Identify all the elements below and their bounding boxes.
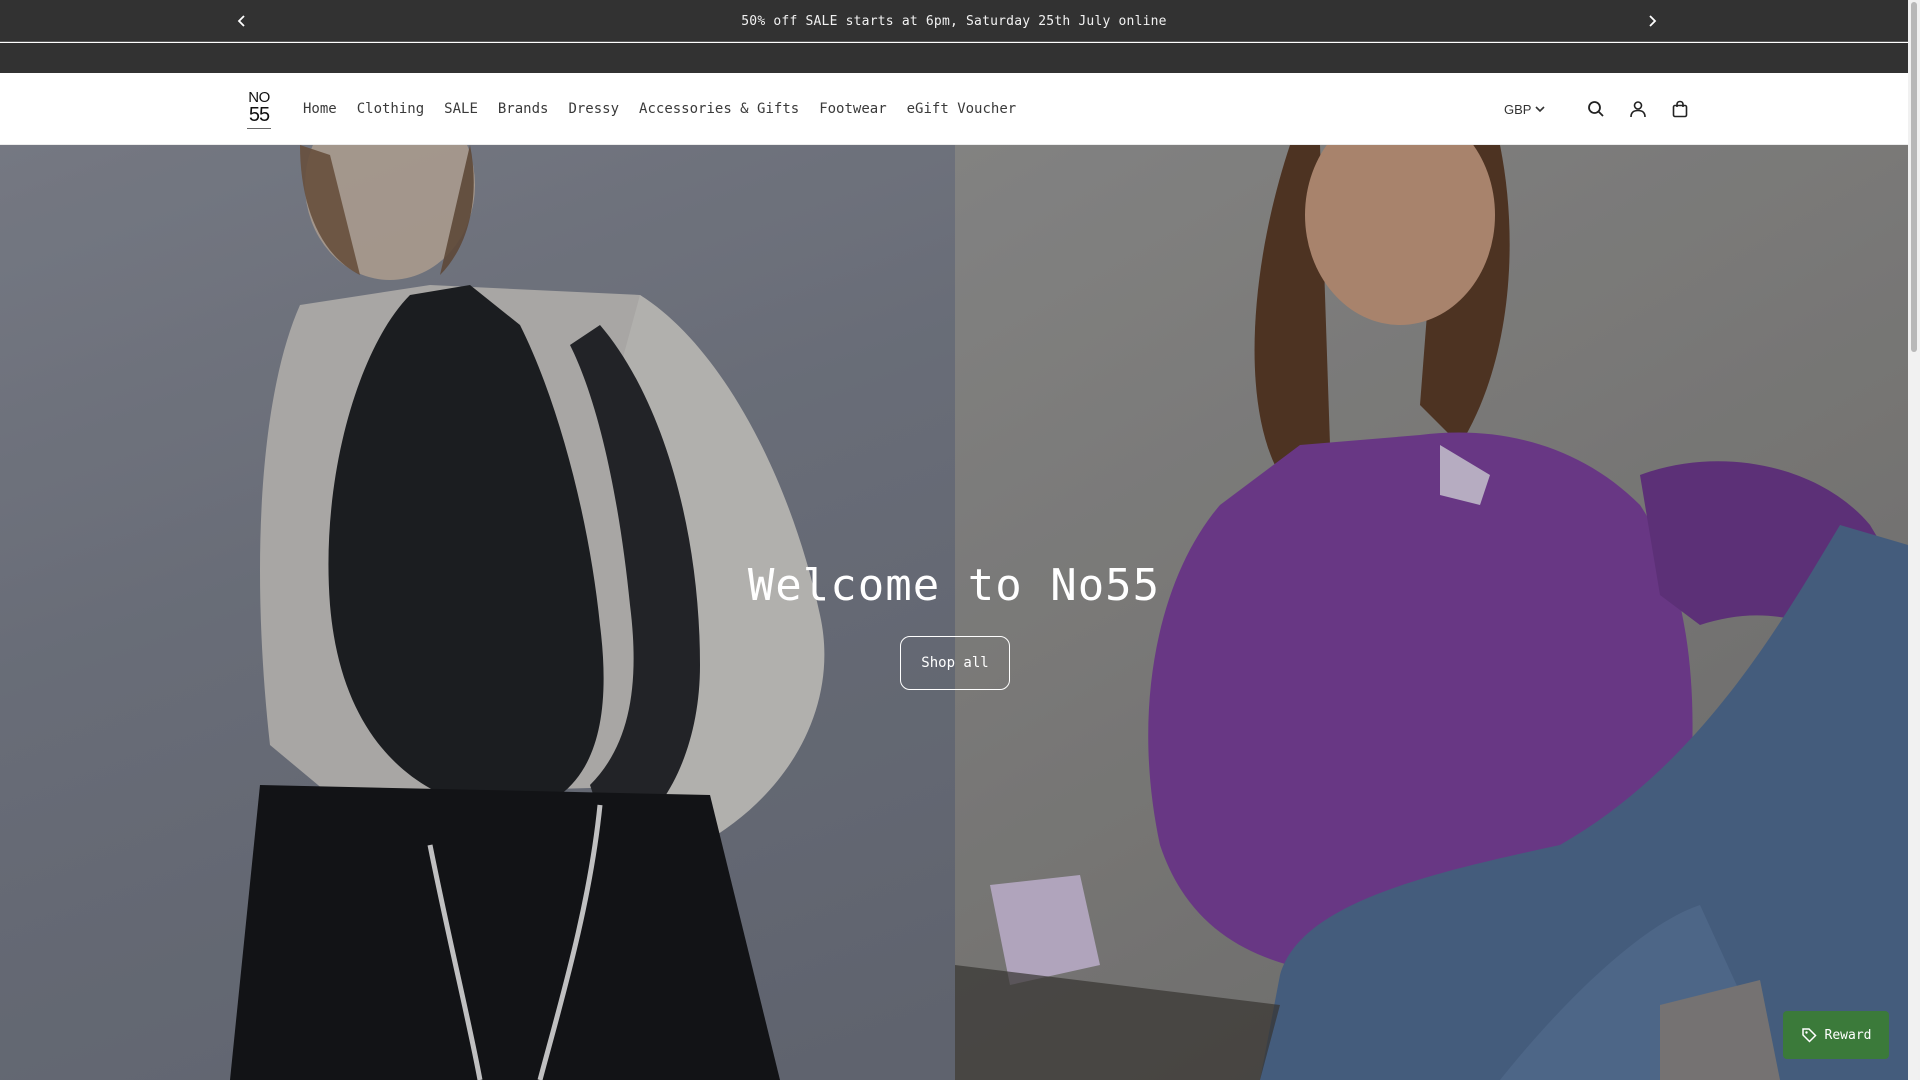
chevron-down-icon: [1535, 106, 1546, 113]
shop-all-button[interactable]: Shop all: [900, 636, 1010, 690]
logo-line-1: NO: [248, 88, 270, 106]
page-scrollbar[interactable]: [1908, 0, 1920, 1080]
currency-selector[interactable]: GBP: [1504, 101, 1546, 117]
hero-title: Welcome to No55: [747, 560, 1161, 611]
scrollbar-thumb[interactable]: [1911, 2, 1917, 352]
announcement-bar: 50% off SALE starts at 6pm, Saturday 25t…: [0, 0, 1908, 42]
bag-icon: [1673, 100, 1688, 118]
header-actions: GBP: [1504, 73, 1691, 145]
hero-dim-overlay: [0, 145, 1908, 1080]
nav-item-dressy[interactable]: Dressy: [568, 101, 619, 117]
nav-item-footwear[interactable]: Footwear: [819, 101, 886, 117]
search-icon: [1588, 101, 1605, 117]
announcement-text: 50% off SALE starts at 6pm, Saturday 25t…: [741, 13, 1167, 29]
nav-item-brands[interactable]: Brands: [498, 101, 549, 117]
tag-icon: [1801, 1028, 1817, 1043]
currency-label: GBP: [1504, 101, 1532, 117]
reward-button[interactable]: Reward: [1783, 1011, 1889, 1059]
account-button[interactable]: [1627, 98, 1649, 120]
account-icon: [1630, 101, 1647, 118]
cart-button[interactable]: [1669, 98, 1691, 120]
logo-line-2: 55: [248, 103, 270, 126]
reward-label: Reward: [1824, 1027, 1872, 1043]
site-logo[interactable]: NO 55: [246, 88, 272, 130]
main-nav: Home Clothing SALE Brands Dressy Accesso…: [303, 73, 1036, 145]
nav-item-accessories-gifts[interactable]: Accessories & Gifts: [639, 101, 799, 117]
chevron-right-icon: [1649, 15, 1657, 27]
nav-item-home[interactable]: Home: [303, 101, 337, 117]
hero-banner: Welcome to No55 Shop all: [0, 145, 1908, 1080]
announcement-secondary-strip: [0, 43, 1908, 73]
nav-item-clothing[interactable]: Clothing: [357, 101, 424, 117]
logo-underline: [247, 127, 271, 129]
site-header: NO 55 Home Clothing SALE Brands Dressy A…: [0, 73, 1908, 145]
nav-item-egift-voucher[interactable]: eGift Voucher: [907, 101, 1017, 117]
nav-item-sale[interactable]: SALE: [444, 101, 478, 117]
search-button[interactable]: [1585, 98, 1607, 120]
announcement-next-button[interactable]: [1640, 9, 1664, 33]
